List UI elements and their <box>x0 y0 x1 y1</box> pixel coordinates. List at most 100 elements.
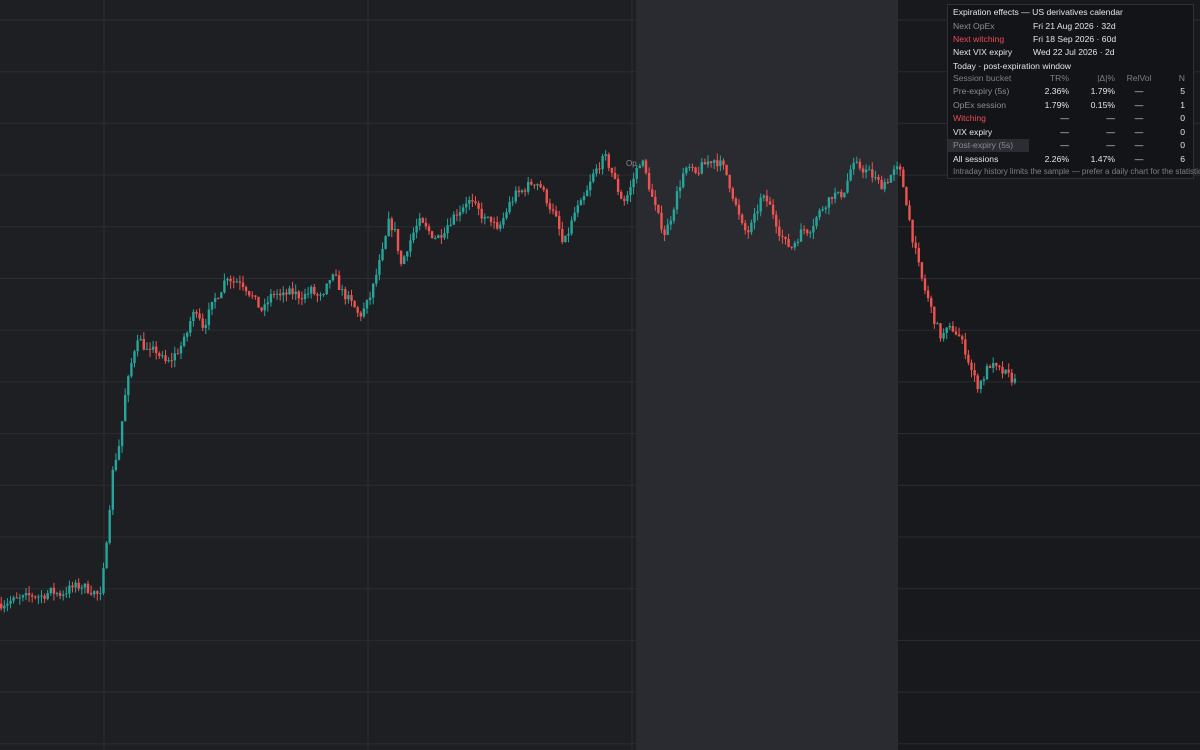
candle-body <box>759 197 762 212</box>
candle-body <box>124 395 127 422</box>
candle-body <box>223 280 226 293</box>
candle-body <box>818 210 821 218</box>
candle-body <box>89 592 93 595</box>
row-label-vix-expiry: VIX expiry <box>953 126 993 137</box>
table-row: Post-expiry (5s) — — — 0 <box>948 138 1193 152</box>
candle-body <box>880 179 883 190</box>
candle-body <box>86 583 90 593</box>
panel-title: Expiration effects — US derivatives cale… <box>953 7 1123 17</box>
candle-body <box>151 346 155 350</box>
candle-body <box>331 274 335 281</box>
candle-body <box>201 318 204 328</box>
table-cell: 0 <box>1180 126 1185 137</box>
candle-body <box>827 197 831 208</box>
candle-body <box>688 166 691 168</box>
candle-body <box>244 287 248 292</box>
table-cell: — <box>1134 140 1144 151</box>
candle-body <box>911 219 914 243</box>
candle-body <box>18 597 21 599</box>
table-cell: — <box>1134 153 1144 164</box>
table-cell: 2.26% <box>1044 153 1069 164</box>
candle-body <box>325 283 328 294</box>
candle-body <box>161 355 164 357</box>
candle-body <box>765 195 769 202</box>
candle-body <box>486 216 490 218</box>
candle-body <box>669 220 672 225</box>
candle-body <box>806 229 809 234</box>
table-cell: — <box>1134 113 1144 124</box>
candle-body <box>629 187 632 196</box>
candle-body <box>254 295 257 297</box>
expiration-effects-panel: Expiration effects — US derivatives cale… <box>947 4 1200 179</box>
candle-body <box>744 223 747 231</box>
session-stats-table: Session bucket TR% |Δ|% RelVol N Pre-exp… <box>948 71 1193 166</box>
table-header-cell: TR% <box>1049 72 1069 83</box>
candle-body <box>939 323 942 339</box>
candle-body <box>923 278 927 291</box>
candle-body <box>415 225 418 233</box>
candle-body <box>700 162 703 174</box>
candle-body <box>368 297 372 300</box>
candle-body <box>9 600 12 604</box>
candle-body <box>418 218 421 226</box>
candle-body <box>948 326 951 328</box>
candle-body <box>477 203 480 209</box>
table-cell: — <box>1106 126 1115 137</box>
candle-body <box>682 173 685 188</box>
candle-body <box>694 167 697 173</box>
candle-body <box>393 229 397 230</box>
candle-body <box>353 300 356 308</box>
candle-body <box>399 250 403 264</box>
candle-body <box>517 190 521 193</box>
candle-body <box>914 242 917 249</box>
row-label-all-sessions: All sessions <box>953 153 999 164</box>
candle-body <box>666 224 669 235</box>
candle-body <box>452 214 455 225</box>
candle-body <box>384 236 387 249</box>
candle-body <box>936 323 939 325</box>
candle-body <box>576 205 579 213</box>
candle-body <box>220 292 223 299</box>
candle-body <box>651 189 654 197</box>
candle-body <box>979 380 982 389</box>
candle-body <box>830 197 834 199</box>
candle-body <box>182 336 186 346</box>
candle-body <box>982 379 986 381</box>
candle-body <box>725 164 728 175</box>
candle-body <box>843 192 846 198</box>
candle-body <box>483 216 486 219</box>
candle-body <box>883 182 886 190</box>
candle-body <box>589 181 592 191</box>
next-opex-value: Fri 21 Aug 2026 · 32d <box>1033 21 1116 31</box>
candle-body <box>793 243 796 248</box>
candle-body <box>734 198 738 205</box>
candle-body <box>889 175 893 183</box>
candle-body <box>954 331 958 335</box>
candle-body <box>899 166 902 170</box>
candle-body <box>6 603 9 606</box>
candle-body <box>55 592 59 594</box>
candle-body <box>855 161 858 163</box>
candle-body <box>551 209 555 211</box>
candle-body <box>96 591 99 594</box>
panel-mode: Today · post-expiration window <box>953 61 1071 71</box>
opex-marker-label: Op <box>626 159 637 168</box>
candle-body <box>71 585 74 588</box>
candle-body <box>511 201 514 203</box>
candle-body <box>561 229 564 242</box>
candle-body <box>675 191 679 210</box>
candle-body <box>970 362 973 370</box>
candle-body <box>406 251 409 257</box>
candle-body <box>753 213 756 223</box>
candle-body <box>80 587 83 589</box>
candle-body <box>892 169 896 175</box>
candle-body <box>142 339 145 350</box>
candle-body <box>133 351 136 364</box>
candle-body <box>77 582 80 589</box>
candle-body <box>846 180 849 193</box>
candle-body <box>167 360 170 362</box>
candle-body <box>548 203 552 210</box>
candle-body <box>58 592 62 596</box>
candle-body <box>716 160 719 167</box>
candle-body <box>275 293 279 295</box>
